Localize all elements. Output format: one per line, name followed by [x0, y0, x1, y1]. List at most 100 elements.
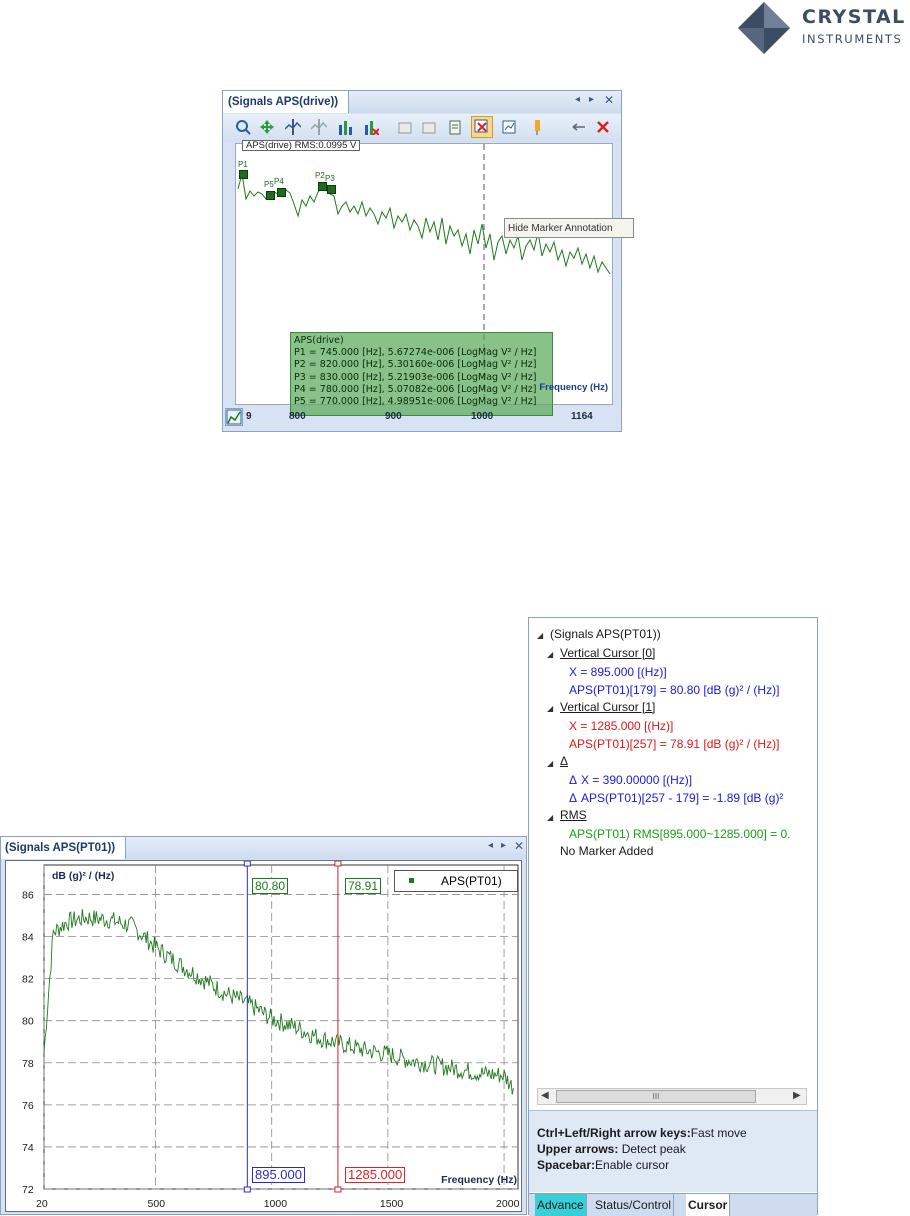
logo-subtitle: INSTRUMENTS [802, 32, 903, 46]
marker-p1[interactable] [239, 170, 248, 179]
plot-area [43, 864, 519, 1190]
hint-desc: Detect peak [618, 1142, 686, 1156]
export-icon[interactable] [397, 119, 413, 135]
scroll-right-icon[interactable]: ▸ [589, 94, 594, 105]
annotation-line: P3 = 830.000 [Hz], 5.21903e-006 [LogMag … [294, 371, 537, 383]
y-tick-label: 78 [22, 1058, 34, 1070]
x-tick-label: 2000 [496, 1198, 520, 1210]
tree-vertical-cursor-0[interactable]: Vertical Cursor [0] [560, 646, 655, 660]
tab-advance[interactable]: Advance [535, 1194, 587, 1216]
hint-key: Upper arrows: [537, 1142, 619, 1156]
collapse-icon[interactable]: ◢ [547, 759, 553, 768]
y-tick-label: 80 [22, 1016, 34, 1028]
tree-vertical-cursor-1[interactable]: Vertical Cursor [1] [560, 700, 655, 714]
x-tick: 1000 [471, 411, 494, 422]
collapse-icon[interactable]: ◢ [547, 650, 553, 659]
annotation-title: APS(drive) [294, 335, 344, 346]
hint-line: Ctrl+Left/Right arrow keys:Fast move [537, 1125, 817, 1141]
cursor0-y: APS(PT01)[179] = 80.80 [dB (g)² / (Hz)] [569, 683, 780, 697]
delta-icon: Δ [569, 791, 578, 805]
tree-root[interactable]: (Signals APS(PT01)) [550, 627, 661, 641]
hint-key: Spacebar: [537, 1158, 596, 1172]
tab-signals-aps-drive[interactable]: (Signals APS(drive)) [223, 91, 350, 113]
annotation-line: P1 = 745.000 [Hz], 5.67274e-006 [LogMag … [294, 347, 537, 359]
import-icon[interactable] [421, 119, 437, 135]
hint-line: Spacebar:Enable cursor [537, 1157, 817, 1173]
delete-icon[interactable] [595, 119, 611, 135]
scroll-thumb[interactable]: III [556, 1090, 756, 1103]
tab-status-control[interactable]: Status/Control [593, 1194, 675, 1216]
legend-swatch [409, 878, 414, 883]
pan-icon[interactable] [259, 119, 275, 135]
tree-delta[interactable]: Δ [560, 754, 568, 768]
tooltip: Hide Marker Annotation [504, 218, 634, 238]
remove-marker-icon[interactable] [363, 119, 379, 135]
collapse-icon[interactable]: ◢ [547, 704, 553, 713]
zoom-icon[interactable] [235, 119, 251, 135]
report-icon[interactable] [501, 119, 517, 135]
bottom-tab-bar: Advance Status/Control Cursor [529, 1193, 817, 1216]
aps-pt01-chart: 72 74 76 78 80 82 84 86 20 500 1000 1500 2000 [22, 861, 520, 1210]
x-tick: 9 [246, 411, 252, 422]
peak-marker-icon[interactable] [337, 119, 353, 135]
x-tick-label: 1500 [380, 1198, 404, 1210]
marker-p3[interactable] [327, 185, 336, 194]
annotation-line: P4 = 780.000 [Hz], 5.07082e-006 [LogMag … [294, 383, 537, 395]
x-tick: 1164 [571, 411, 593, 422]
y-tick-label: 72 [22, 1184, 34, 1196]
annotation-line: P2 = 820.000 [Hz], 5.30160e-006 [LogMag … [294, 359, 537, 371]
marker-p5[interactable] [266, 191, 275, 200]
collapse-icon[interactable]: ◢ [537, 631, 543, 640]
cursor-icon[interactable] [285, 119, 301, 135]
chart-mode-button[interactable] [225, 408, 243, 426]
tab-bar: (Signals APS(PT01)) ◂ ▸ ✕ [1, 837, 526, 859]
tree-rms[interactable]: RMS [560, 808, 587, 822]
x-axis-label: Frequency (Hz) [539, 382, 608, 393]
toolbar [223, 114, 621, 142]
cursor-info-panel: ◢ (Signals APS(PT01)) ◢ Vertical Cursor … [528, 617, 818, 1216]
aps-drive-plot[interactable]: APS(drive) RMS:0.0995 V P1 P5 P4 P2 P3 H… [235, 140, 634, 416]
close-icon[interactable]: ✕ [514, 839, 524, 853]
legend: APS(PT01) [394, 870, 518, 892]
x-tick: 900 [385, 411, 402, 422]
x-tick: 800 [289, 411, 306, 422]
hint-line: Upper arrows: Detect peak [537, 1141, 817, 1157]
tab-signals-aps-pt01[interactable]: (Signals APS(PT01)) [1, 837, 127, 859]
marker-p4[interactable] [277, 188, 286, 197]
hide-annotation-icon [474, 119, 488, 133]
rms-value: APS(PT01) RMS[895.000~1285.000] = 0. [569, 827, 791, 841]
x-tick-label: 20 [36, 1198, 48, 1210]
cursor-right-value: 78.91 [345, 878, 382, 894]
annotation-line: P5 = 770.000 [Hz], 4.98951e-006 [LogMag … [294, 396, 537, 408]
hint-desc: Enable cursor [595, 1158, 670, 1172]
scroll-right-icon[interactable]: ▸ [501, 840, 506, 851]
cursor-off-icon[interactable] [311, 119, 327, 135]
scroll-left-icon[interactable]: ◂ [488, 840, 493, 851]
logo-title: CRYSTAL [802, 6, 906, 28]
no-marker-text: No Marker Added [560, 844, 654, 858]
cursor-handle-top [243, 861, 251, 867]
delta-x: X = 390.00000 [(Hz)] [581, 773, 693, 787]
clipboard-icon[interactable] [447, 119, 463, 135]
marker-annotation: APS(drive) P1 = 745.000 [Hz], 5.67274e-0… [290, 332, 553, 416]
x-axis-label: Frequency (Hz) [441, 1174, 517, 1186]
scroll-right-arrow-icon[interactable]: ▶ [793, 1090, 801, 1101]
marker-label: P1 [238, 160, 248, 169]
horizontal-scrollbar[interactable]: ◀ III ▶ [537, 1088, 807, 1105]
scroll-left-arrow-icon[interactable]: ◀ [541, 1090, 549, 1101]
tab-cursor[interactable]: Cursor [686, 1194, 731, 1216]
hint-key: Ctrl+Left/Right arrow keys: [537, 1126, 691, 1140]
arrow-icon[interactable] [571, 119, 587, 135]
scroll-left-icon[interactable]: ◂ [575, 94, 580, 105]
aps-pt01-plot[interactable]: 72 74 76 78 80 82 84 86 20 500 1000 1500 2000 dB (g)… [5, 860, 522, 1212]
pin-icon[interactable] [529, 119, 545, 135]
aps-drive-window: (Signals APS(drive)) ◂ ▸ ✕ APS(drive) RM… [222, 90, 634, 432]
x-tick-label: 500 [148, 1198, 166, 1210]
marker-p2[interactable] [318, 182, 327, 191]
hide-marker-annotation-button[interactable] [471, 116, 493, 138]
collapse-icon[interactable]: ◢ [547, 813, 553, 822]
cursor-handle-bottom [334, 1186, 342, 1193]
marker-label: P5 [264, 180, 274, 189]
close-icon[interactable]: ✕ [604, 93, 614, 107]
diamond-logo-icon [738, 2, 790, 54]
